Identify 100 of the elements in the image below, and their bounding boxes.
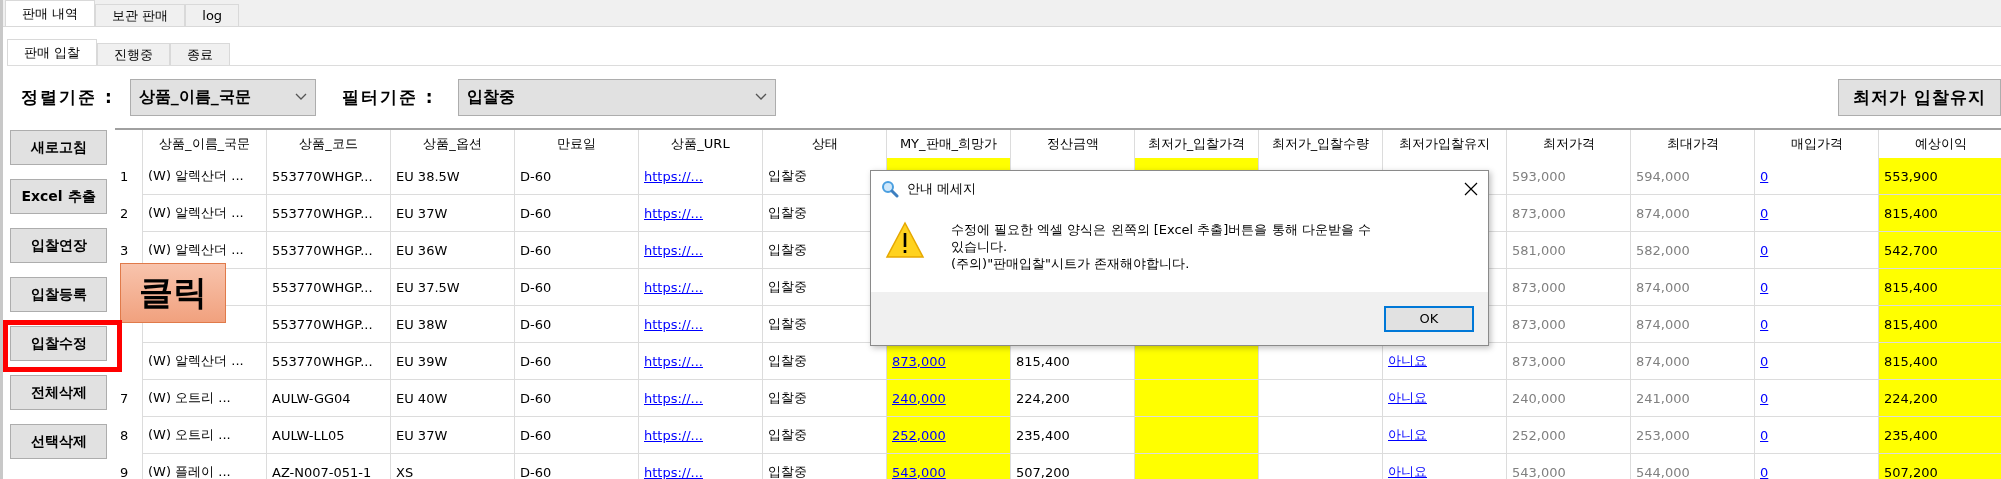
row-number: 2 [120,206,129,221]
cell-link[interactable]: 240,000 [886,380,1010,417]
ok-button[interactable]: OK [1384,305,1474,332]
table-cell: EU 37W [390,195,514,232]
filter-label: 필터기준 : [341,85,435,109]
chevron-down-icon [294,93,307,101]
table-cell: 593,000 [1506,158,1630,195]
table-cell: EU 37W [390,417,514,454]
row-number: 3 [120,243,129,258]
cell-link[interactable]: 0 [1754,195,1878,232]
table-cell: 입찰중 [762,417,886,454]
cell-link[interactable]: 0 [1754,232,1878,269]
cell-link[interactable]: 아니요 [1382,417,1506,454]
keep-lowest-bid-button[interactable]: 최저가 입찰유지 [1838,78,2001,116]
table-cell: D-60 [514,195,638,232]
table-cell: 873,000 [1506,306,1630,343]
table-cell: 553770WHGP... [266,195,390,232]
table-cell: 874,000 [1630,195,1754,232]
cell-link[interactable]: 0 [1754,380,1878,417]
table-cell: 581,000 [1506,232,1630,269]
table-cell: 224,200 [1010,380,1134,417]
cell-link[interactable]: 아니요 [1382,343,1506,380]
table-cell: D-60 [514,306,638,343]
table-cell: 553770WHGP... [266,269,390,306]
sort-label: 정렬기준 : [21,85,114,109]
message-text: (주의)"판매입찰"시트가 존재해야합니다. [951,255,1191,272]
cell-link[interactable]: 0 [1754,417,1878,454]
table-cell: 873,000 [1506,343,1630,380]
side-button[interactable]: 전체삭제 [10,375,107,410]
tab[interactable]: log [185,4,240,26]
table-cell: D-60 [514,343,638,380]
table-cell: D-60 [514,417,638,454]
cell-link[interactable]: https://... [638,195,762,232]
cell-link[interactable]: https://... [638,269,762,306]
cell-link[interactable]: 0 [1754,306,1878,343]
cell-link[interactable]: https://... [638,343,762,380]
table-cell: 815,400 [1878,195,2001,232]
chevron-down-icon [755,93,768,101]
cell-link[interactable]: https://... [638,232,762,269]
table-cell: AULW-LL05 [266,417,390,454]
message-text: 있습니다. [951,238,1009,255]
table-cell: (W) 오트리 ... [142,417,266,454]
table-cell: 815,400 [1878,269,2001,306]
tab[interactable]: 판매 내역 [5,0,96,26]
table-cell: EU 38.5W [390,158,514,195]
table-cell: D-60 [514,269,638,306]
tab[interactable]: 판매 입찰 [7,39,98,65]
tab[interactable]: 진행중 [97,43,171,65]
table-cell: EU 37.5W [390,269,514,306]
cell-link[interactable]: 0 [1754,158,1878,195]
tab[interactable]: 보관 판매 [95,4,186,26]
table-cell: 553770WHGP... [266,158,390,195]
table-cell: EU 36W [390,232,514,269]
row-number: 8 [120,428,129,443]
cell-link[interactable]: https://... [638,417,762,454]
magnifier-icon [881,180,899,198]
dialog-title: 안내 메세지 [907,180,978,198]
warning-icon [885,221,925,259]
table-cell: 입찰중 [762,380,886,417]
table-cell: D-60 [514,158,638,195]
cell-link[interactable]: 252,000 [886,417,1010,454]
table-cell: (W) 알렉산더 ... [142,343,266,380]
table-cell: EU 38W [390,306,514,343]
side-button[interactable]: 입찰등록 [10,277,107,312]
side-button[interactable]: 새로고침 [10,130,107,165]
table-cell: 874,000 [1630,343,1754,380]
side-button[interactable]: 입찰연장 [10,228,107,263]
cell-link[interactable]: 0 [1754,269,1878,306]
side-button[interactable]: 선택삭제 [10,424,107,459]
table-cell: 224,200 [1878,380,2001,417]
table-cell: 507,200 [1878,454,2001,479]
side-button[interactable]: 입찰수정 [10,326,107,361]
tab[interactable]: 종료 [170,43,231,65]
row-number: 9 [120,465,129,479]
table-cell: D-60 [514,380,638,417]
cell-link[interactable]: 543,000 [886,454,1010,479]
cell-link[interactable]: https://... [638,306,762,343]
cell-link[interactable]: https://... [638,380,762,417]
click-callout: 클릭 [120,263,226,323]
table-cell: 553770WHGP... [266,232,390,269]
message-text: 수정에 필요한 엑셀 양식은 왼쪽의 [Excel 추출]버튼을 통해 다운받을 수 [951,221,1371,238]
table-cell: 252,000 [1506,417,1630,454]
row-number: 1 [120,169,129,184]
table-cell: 542,700 [1878,232,2001,269]
filter-dropdown[interactable]: 입찰중 [458,78,777,116]
row-number: 7 [120,391,129,406]
side-button[interactable]: Excel 추출 [10,179,107,214]
sort-dropdown[interactable]: 상품_이름_국문 [129,78,316,116]
table-cell: 873,000 [1506,195,1630,232]
cell-link[interactable]: 아니요 [1382,380,1506,417]
table-cell: EU 39W [390,343,514,380]
cell-link[interactable]: 0 [1754,343,1878,380]
table-cell: 235,400 [1878,417,2001,454]
close-icon[interactable] [1464,182,1478,196]
table-cell: 874,000 [1630,269,1754,306]
cell-link[interactable]: https://... [638,158,762,195]
table-cell: 553770WHGP... [266,343,390,380]
table-cell: (W) 오트리 ... [142,380,266,417]
table-cell: 582,000 [1630,232,1754,269]
table-cell: 입찰중 [762,343,886,380]
